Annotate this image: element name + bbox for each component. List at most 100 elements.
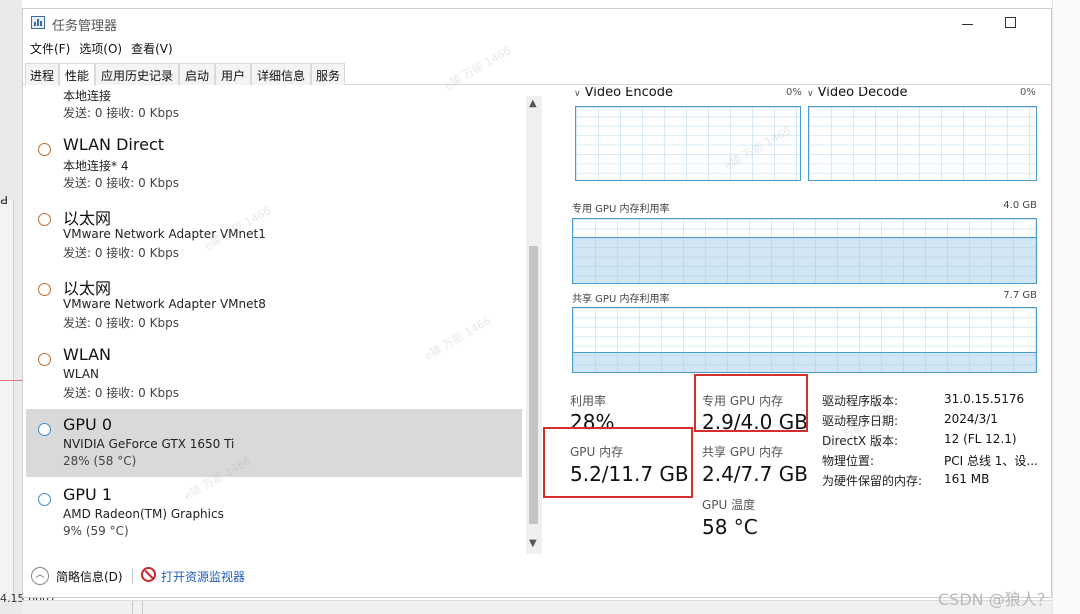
highlight-box-dedicated-memory — [694, 374, 808, 432]
device-stat: 发送: 0 接收: 0 Kbps — [63, 176, 179, 190]
device-name: GPU 0 — [63, 415, 113, 434]
device-stat: 发送: 0 接收: 0 Kbps — [63, 386, 179, 400]
video-decode-label[interactable]: ∨ Video Decode — [807, 87, 908, 100]
physical-location-value: PCI 总线 1、设... — [944, 454, 1038, 468]
gpu-detail-panel: ∨ Video Encode 0% ∨ Video Decode 0% 专用 GPU… — [543, 87, 1048, 557]
driver-date-key: 驱动程序日期: — [822, 414, 899, 428]
status-circle-icon — [38, 493, 51, 506]
tab-users[interactable]: 用户 — [215, 63, 251, 85]
device-list: 本地连接 发送: 0 接收: 0 Kbps WLAN Direct 本地连接* … — [24, 87, 540, 557]
device-name: WLAN Direct — [63, 135, 165, 154]
background-divider — [0, 380, 22, 381]
device-subtitle: AMD Radeon(TM) Graphics — [63, 507, 224, 521]
shared-memory-graph-title: 共享 GPU 内存利用率 — [572, 294, 670, 305]
status-circle-icon — [38, 423, 51, 436]
menu-bar: 文件(F) 选项(O) 查看(V) — [28, 40, 180, 58]
tab-performance[interactable]: 性能 — [59, 63, 95, 86]
video-decode-percent: 0% — [1020, 87, 1036, 98]
reserved-memory-key: 为硬件保留的内存: — [822, 474, 923, 488]
device-subtitle: 本地连接* 4 — [63, 159, 129, 173]
reserved-memory-value: 161 MB — [944, 472, 990, 486]
menu-options[interactable]: 选项(O) — [77, 40, 129, 58]
open-resource-monitor-link[interactable]: 打开资源监视器 — [161, 568, 245, 585]
status-circle-icon — [38, 353, 51, 366]
tab-startup[interactable]: 启动 — [179, 63, 215, 85]
scroll-thumb[interactable] — [529, 246, 538, 524]
gpu-temperature-value: 58 °C — [702, 515, 758, 539]
shared-memory-graph — [572, 307, 1037, 373]
list-item-ethernet-partial[interactable]: 本地连接 发送: 0 接收: 0 Kbps — [26, 87, 522, 127]
physical-location-key: 物理位置: — [822, 454, 875, 468]
task-manager-app-icon — [31, 16, 45, 29]
video-encode-label[interactable]: ∨ Video Encode — [574, 87, 673, 100]
highlight-box-gpu-memory — [543, 427, 693, 498]
dedicated-memory-graph-max: 4.0 GB — [1003, 200, 1037, 211]
background-window-bottom — [22, 600, 1052, 614]
status-circle-icon — [38, 213, 51, 226]
footer-divider — [132, 568, 133, 584]
video-encode-graph — [575, 106, 801, 181]
tab-app-history[interactable]: 应用历史记录 — [95, 63, 179, 85]
background-window-right — [1052, 0, 1080, 614]
device-stat: 28% (58 °C) — [63, 454, 137, 468]
list-item-wlan-direct[interactable]: WLAN Direct 本地连接* 4 发送: 0 接收: 0 Kbps — [26, 129, 522, 197]
menu-view[interactable]: 查看(V) — [129, 40, 180, 58]
menu-file[interactable]: 文件(F) — [28, 40, 77, 58]
csdn-watermark: CSDN @狼人？ — [938, 590, 1053, 609]
dedicated-memory-graph-title: 专用 GPU 内存利用率 — [572, 204, 670, 215]
shared-memory-fill — [573, 352, 1036, 372]
driver-date-value: 2024/3/1 — [944, 412, 998, 426]
resource-monitor-icon[interactable] — [141, 567, 156, 582]
list-item-gpu-0[interactable]: GPU 0 NVIDIA GeForce GTX 1650 Ti 28% (58… — [26, 409, 522, 477]
scroll-down-arrow-icon[interactable]: ▼ — [529, 538, 537, 549]
chevron-down-icon: ∨ — [574, 89, 581, 99]
device-name: WLAN — [63, 345, 112, 364]
device-subtitle: VMware Network Adapter VMnet1 — [63, 227, 266, 241]
title-bar[interactable]: 任务管理器 — [23, 9, 1051, 37]
tab-details[interactable]: 详细信息 — [251, 63, 311, 85]
gpu-temperature-label: GPU 温度 — [702, 498, 756, 512]
device-name: 以太网 — [63, 279, 112, 298]
scroll-up-arrow-icon[interactable]: ▲ — [529, 98, 537, 109]
directx-version-key: DirectX 版本: — [822, 434, 899, 448]
tab-services[interactable]: 服务 — [311, 63, 345, 85]
device-stat: 发送: 0 接收: 0 Kbps — [63, 316, 179, 330]
directx-version-value: 12 (FL 12.1) — [944, 432, 1017, 446]
list-item-gpu-1[interactable]: GPU 1 AMD Radeon(TM) Graphics 9% (59 °C) — [26, 479, 522, 547]
device-name: 以太网 — [63, 209, 112, 228]
tab-processes[interactable]: 进程 — [25, 63, 59, 85]
window-title: 任务管理器 — [52, 19, 118, 34]
list-item-ethernet-vmnet8[interactable]: 以太网 VMware Network Adapter VMnet8 发送: 0 … — [26, 269, 522, 337]
device-subtitle: VMware Network Adapter VMnet8 — [63, 297, 266, 311]
device-subtitle: 本地连接 — [63, 89, 112, 103]
footer-bar: ︿ 简略信息(D) 打开资源监视器 — [23, 560, 1051, 596]
device-stat: 9% (59 °C) — [63, 524, 129, 538]
maximize-button[interactable] — [1005, 17, 1016, 28]
driver-version-value: 31.0.15.5176 — [944, 392, 1025, 406]
dedicated-memory-graph — [572, 218, 1037, 284]
device-stat: 发送: 0 接收: 0 Kbps — [63, 246, 179, 260]
list-item-wlan[interactable]: WLAN WLAN 发送: 0 接收: 0 Kbps — [26, 339, 522, 407]
video-decode-graph — [808, 106, 1037, 181]
driver-version-key: 驱动程序版本: — [822, 394, 899, 408]
minimize-button[interactable] — [955, 15, 979, 33]
background-window-left: ԁ 4.15.6607 — [0, 0, 56, 614]
shared-memory-value: 2.4/7.7 GB — [702, 462, 808, 486]
list-item-ethernet-vmnet1[interactable]: 以太网 VMware Network Adapter VMnet1 发送: 0 … — [26, 199, 522, 267]
chevron-down-icon: ∨ — [807, 89, 814, 99]
chevron-up-icon[interactable]: ︿ — [31, 567, 49, 585]
status-circle-icon — [38, 143, 51, 156]
device-subtitle: NVIDIA GeForce GTX 1650 Ti — [63, 437, 235, 451]
fewer-details-link[interactable]: 简略信息(D) — [56, 568, 123, 585]
dedicated-memory-fill — [573, 236, 1036, 283]
task-manager-window: 任务管理器 文件(F) 选项(O) 查看(V) 进程 性能 应用历史记录 启动 … — [22, 8, 1052, 598]
shared-memory-graph-max: 7.7 GB — [1003, 290, 1037, 301]
device-subtitle: WLAN — [63, 367, 100, 381]
device-stat: 发送: 0 接收: 0 Kbps — [63, 106, 179, 120]
shared-memory-label: 共享 GPU 内存 — [702, 445, 783, 459]
status-circle-icon — [38, 283, 51, 296]
background-icon: ԁ — [0, 192, 9, 208]
list-scrollbar[interactable]: ▲ ▼ — [526, 96, 542, 554]
background-panel — [0, 200, 14, 600]
video-encode-percent: 0% — [786, 87, 802, 98]
